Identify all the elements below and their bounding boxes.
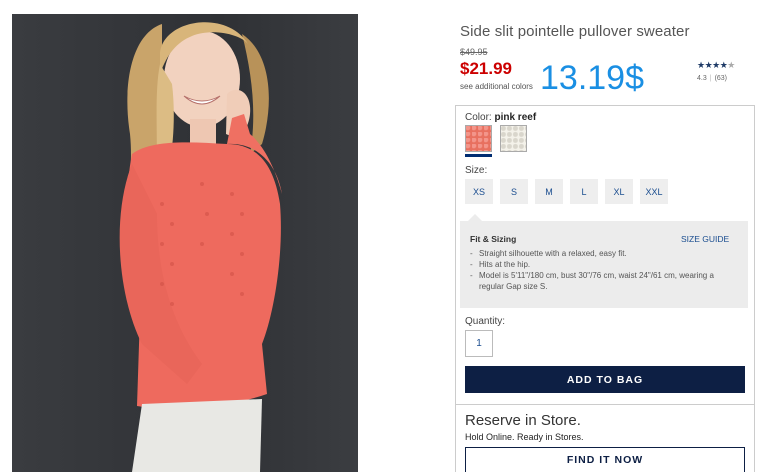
converted-price: 13.19$	[540, 59, 644, 97]
see-additional-colors-link[interactable]: see additional colors	[460, 82, 533, 91]
find-it-now-button[interactable]: FIND IT NOW	[465, 447, 745, 472]
reserve-subtitle: Hold Online. Ready in Stores.	[465, 432, 584, 442]
rating-summary: 4.3 | (63)	[697, 75, 728, 82]
star-rating-icon: ★★★★★	[697, 60, 735, 70]
original-price: $49.95	[460, 47, 488, 57]
reserve-title: Reserve in Store.	[465, 412, 581, 429]
size-xs-button[interactable]: XS	[465, 179, 493, 204]
product-title: Side slit pointelle pullover sweater	[460, 23, 690, 40]
size-xxl-button[interactable]: XXL	[640, 179, 668, 204]
selected-swatch-indicator	[465, 154, 492, 157]
fit-sizing-title: Fit & Sizing	[470, 234, 517, 244]
product-page: Side slit pointelle pullover sweater $49…	[0, 0, 772, 472]
size-l-button[interactable]: L	[570, 179, 598, 204]
review-count: (63)	[714, 75, 728, 82]
color-swatch-pink-reef[interactable]	[465, 125, 492, 152]
selected-color: pink reef	[494, 112, 537, 123]
rating-value: 4.3	[697, 75, 707, 82]
model-illustration	[119, 22, 282, 472]
fit-detail-item: Straight silhouette with a relaxed, easy…	[470, 248, 740, 259]
size-xl-button[interactable]: XL	[605, 179, 633, 204]
size-s-button[interactable]: S	[500, 179, 528, 204]
sale-price: $21.99	[460, 59, 512, 78]
quantity-input[interactable]: 1	[465, 330, 493, 357]
fit-detail-item: Model is 5'11"/180 cm, bust 30"/76 cm, w…	[470, 270, 740, 292]
color-label: Color: pink reef	[465, 112, 537, 123]
rating[interactable]: ★★★★★ 4.3 | (63)	[697, 60, 735, 82]
add-to-bag-button[interactable]: ADD TO BAG	[465, 366, 745, 393]
quantity-label: Quantity:	[465, 316, 506, 327]
fit-details-list: Straight silhouette with a relaxed, easy…	[470, 248, 740, 292]
product-photo[interactable]	[12, 14, 358, 472]
color-swatch-white[interactable]	[500, 125, 527, 152]
size-label: Size:	[465, 165, 488, 176]
fit-detail-item: Hits at the hip.	[470, 259, 740, 270]
fit-box-notch	[468, 214, 482, 221]
size-m-button[interactable]: M	[535, 179, 563, 204]
size-guide-link[interactable]: SIZE GUIDE	[681, 234, 729, 244]
